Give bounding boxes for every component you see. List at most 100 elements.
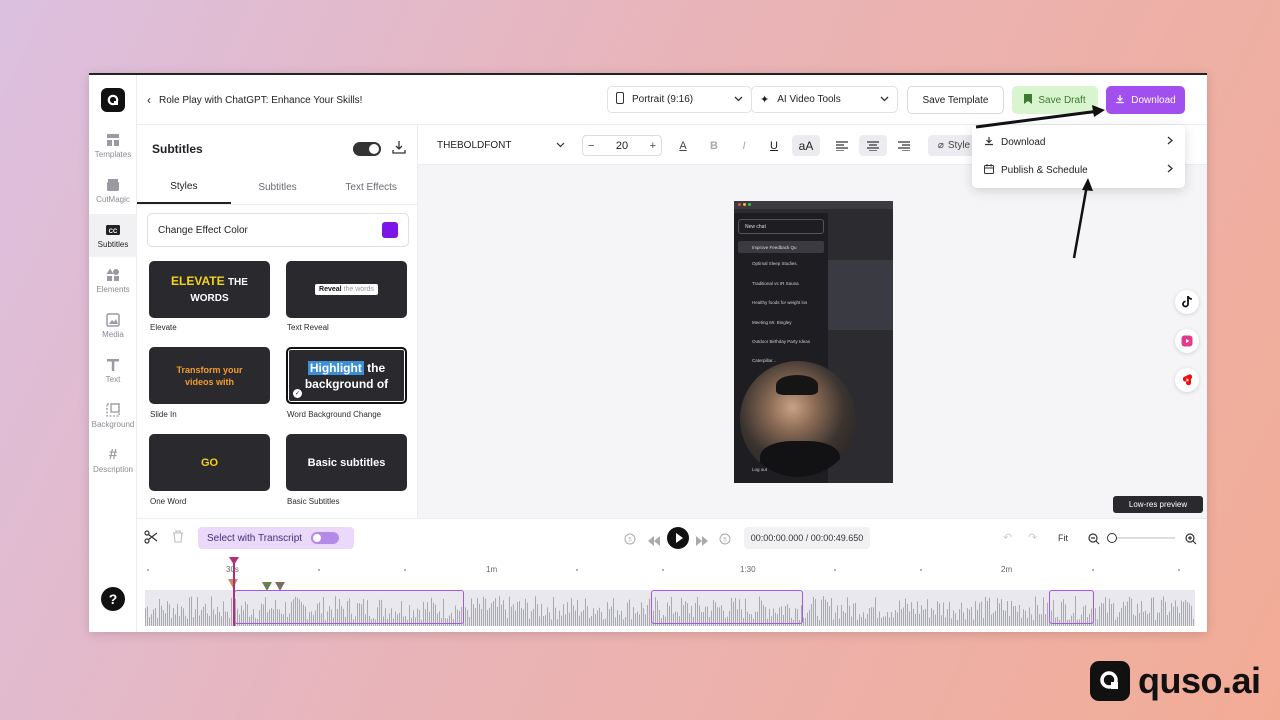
waveform-bar <box>207 613 208 626</box>
waveform-bar <box>979 603 980 626</box>
editor-window: Templates CutMagic CC Subtitles Elements… <box>89 73 1207 632</box>
waveform-bar <box>1147 614 1148 626</box>
waveform-bar <box>187 618 188 626</box>
waveform-bar <box>849 605 850 626</box>
waveform-bar <box>159 598 160 626</box>
waveform-bar <box>987 600 988 626</box>
waveform-bar <box>1103 603 1104 626</box>
waveform-bar <box>1171 603 1172 626</box>
scissors-icon[interactable] <box>144 530 158 549</box>
waveform-bar <box>1007 601 1008 626</box>
waveform-bar <box>955 613 956 626</box>
waveform-bar <box>1015 605 1016 626</box>
trash-icon[interactable] <box>172 530 184 548</box>
waveform-bar <box>841 604 842 626</box>
zoom-slider[interactable] <box>1107 533 1175 543</box>
waveform-bar <box>1109 598 1110 626</box>
waveform-bar <box>193 617 194 626</box>
waveform-bar <box>831 598 832 626</box>
timeline-clip[interactable] <box>234 590 464 624</box>
waveform-bar <box>465 607 466 626</box>
waveform-bar <box>811 603 812 626</box>
waveform-bar <box>1003 610 1004 626</box>
waveform-bar <box>921 605 922 626</box>
undo-icon[interactable]: ↶ <box>1003 531 1012 544</box>
waveform-bar <box>957 619 958 626</box>
waveform-bar <box>1037 605 1038 626</box>
waveform-bar <box>847 597 848 626</box>
waveform-bar <box>199 615 200 626</box>
waveform-bar <box>1117 616 1118 626</box>
waveform-bar <box>551 619 552 626</box>
timeline-clip[interactable] <box>651 590 803 624</box>
redo-icon[interactable]: ↷ <box>1028 531 1037 544</box>
waveform-bar <box>883 616 884 626</box>
waveform-bar <box>919 613 920 626</box>
waveform-bar <box>945 617 946 626</box>
waveform-bar <box>541 603 542 626</box>
waveform-bar <box>1165 601 1166 626</box>
waveform-bar <box>623 619 624 626</box>
waveform-bar <box>587 606 588 626</box>
waveform-bar <box>527 602 528 626</box>
waveform-bar <box>1173 606 1174 626</box>
play-button[interactable] <box>667 527 689 549</box>
waveform-bar <box>1005 610 1006 626</box>
waveform-bar <box>507 618 508 626</box>
waveform-bar <box>967 608 968 626</box>
waveform-bar <box>929 617 930 626</box>
waveform-bar <box>973 619 974 626</box>
waveform-bar <box>517 601 518 626</box>
skip-forward-icon[interactable] <box>696 533 708 551</box>
waveform-bar <box>177 603 178 626</box>
waveform-bar <box>203 606 204 626</box>
waveform-bar <box>559 610 560 626</box>
waveform-bar <box>899 600 900 626</box>
waveform-bar <box>937 601 938 626</box>
waveform-bar <box>215 614 216 626</box>
waveform-bar <box>1151 597 1152 626</box>
skip-back-icon[interactable] <box>648 533 660 551</box>
waveform-bar <box>515 610 516 626</box>
waveform-bar <box>219 612 220 626</box>
waveform-bar <box>911 602 912 626</box>
waveform-bar <box>1107 612 1108 626</box>
waveform-bar <box>605 618 606 626</box>
waveform-bar <box>519 601 520 626</box>
waveform-bar <box>985 596 986 626</box>
playhead[interactable] <box>229 557 239 626</box>
waveform-bar <box>871 607 872 626</box>
waveform-bar <box>229 618 230 626</box>
rewind-5-icon[interactable]: 5 <box>624 532 636 550</box>
waveform-bar <box>893 617 894 626</box>
waveform-bar <box>643 608 644 626</box>
waveform-bar <box>903 607 904 626</box>
waveform-bar <box>1185 599 1186 626</box>
waveform-bar <box>195 609 196 626</box>
waveform-bar <box>621 610 622 626</box>
waveform-bar <box>825 599 826 626</box>
waveform-bar <box>483 596 484 626</box>
zoom-out-icon[interactable] <box>1088 532 1100 550</box>
waveform-bar <box>949 601 950 626</box>
waveform-bar <box>1045 614 1046 626</box>
waveform-bar <box>943 602 944 626</box>
forward-5-icon[interactable]: 5 <box>719 532 731 550</box>
transcript-toggle[interactable] <box>311 532 340 544</box>
waveform-bar <box>1095 608 1096 626</box>
zoom-in-icon[interactable] <box>1185 532 1197 550</box>
timeline-clip[interactable] <box>1049 590 1094 624</box>
timeline: Select with Transcript 5 5 00:00:00.000 … <box>137 518 1207 632</box>
select-with-transcript[interactable]: Select with Transcript <box>198 527 354 549</box>
zoom-handle[interactable] <box>1107 533 1117 543</box>
waveform-bar <box>1033 619 1034 626</box>
waveform-bar <box>1183 601 1184 626</box>
fit-button[interactable]: Fit <box>1058 533 1068 543</box>
waveform-bar <box>889 617 890 626</box>
waveform-bar <box>185 615 186 626</box>
waveform-bar <box>821 599 822 626</box>
waveform-bar <box>823 596 824 626</box>
waveform-bar <box>217 606 218 626</box>
waveform-bar <box>563 604 564 626</box>
waveform-bar <box>549 612 550 626</box>
